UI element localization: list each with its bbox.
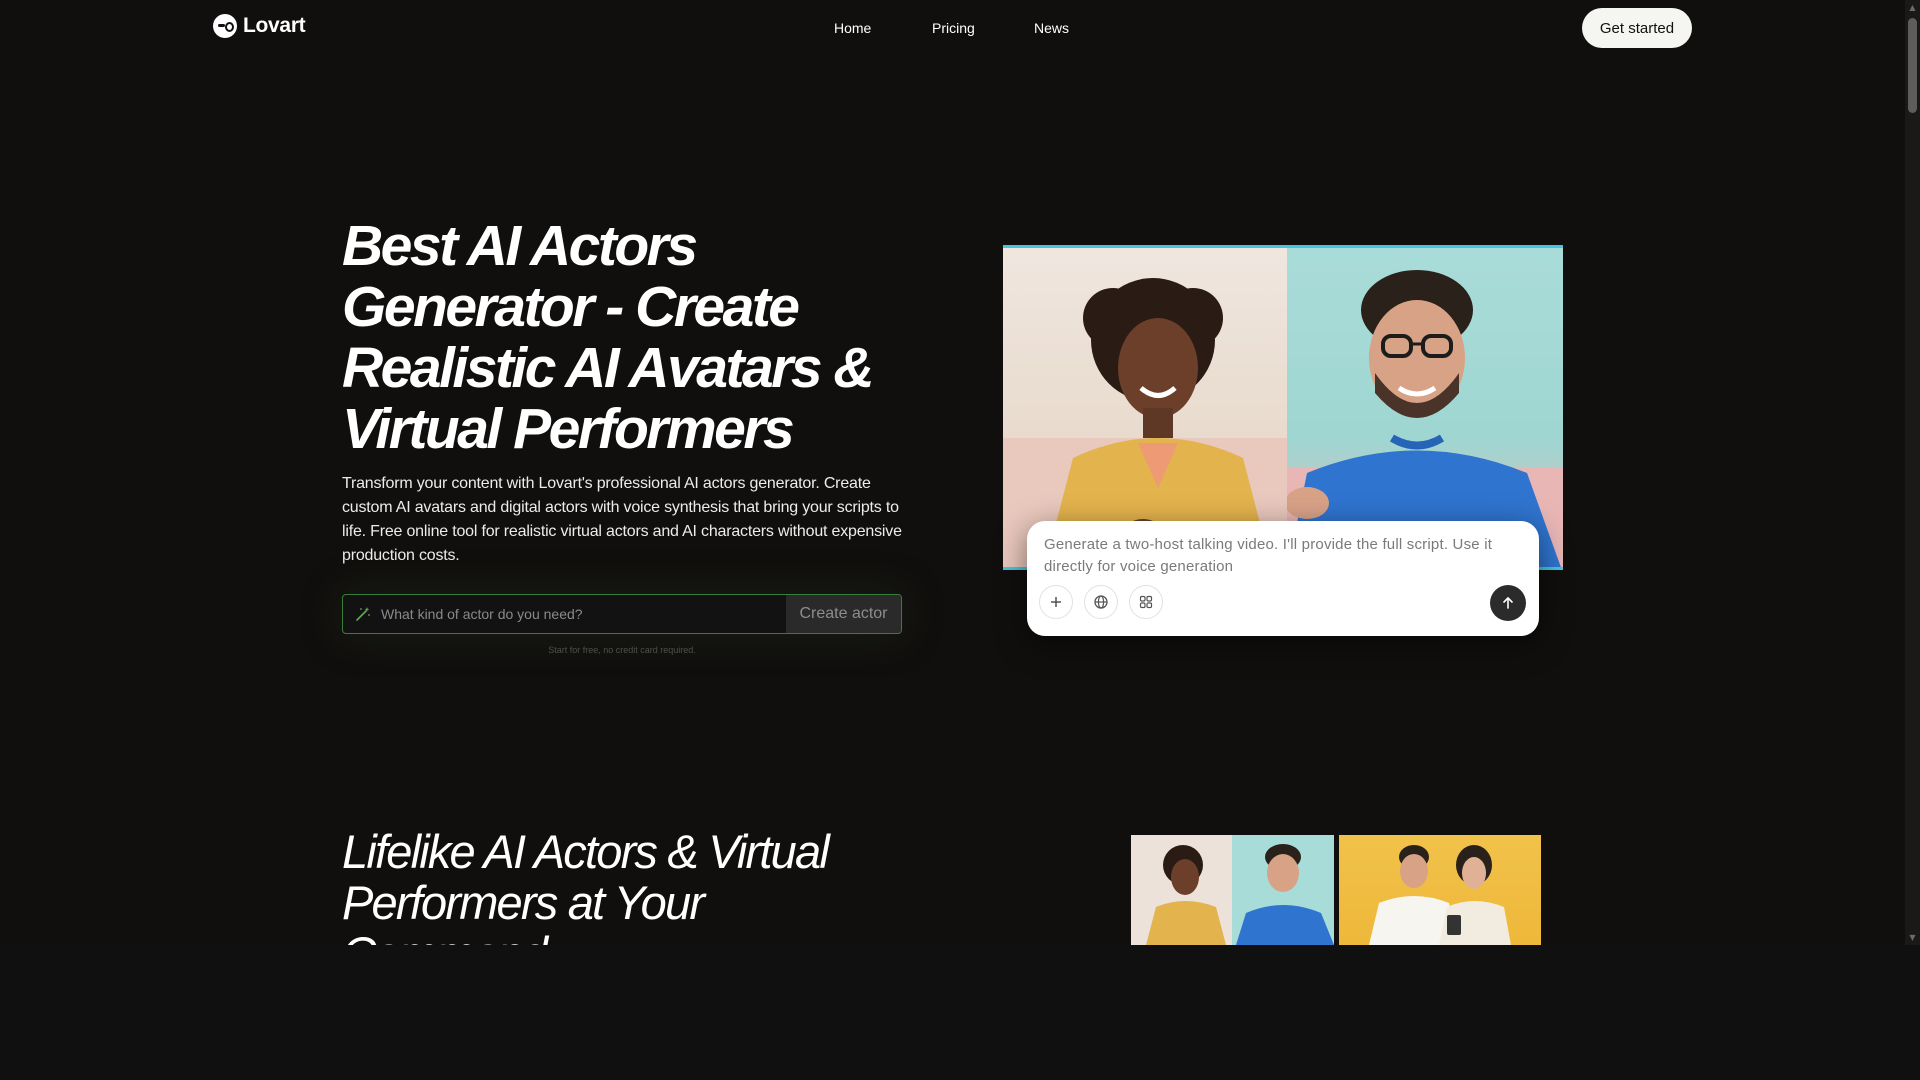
hero-title-line: Best AI Actors	[342, 214, 698, 278]
page-scrollbar[interactable]: ▲ ▼	[1905, 0, 1920, 945]
send-arrow-icon[interactable]	[1490, 585, 1526, 621]
host-woman-photo	[1003, 248, 1287, 567]
section-title-line: Command	[342, 927, 548, 945]
nav-news-link[interactable]: News	[1034, 18, 1069, 38]
brand-name: Lovart	[243, 14, 306, 37]
nav-pricing-link[interactable]: Pricing	[932, 18, 975, 38]
page-viewport: Lovart Home Pricing News Get started Bes…	[0, 0, 1905, 945]
scroll-up-arrow-icon[interactable]: ▲	[1905, 0, 1920, 15]
hero-title-line: Generator - Create	[342, 275, 800, 339]
globe-icon[interactable]	[1084, 585, 1118, 619]
hero-title: Best AI Actors Generator - Create Realis…	[342, 216, 902, 460]
actor-prompt-input[interactable]	[377, 595, 786, 633]
chat-prompt-text[interactable]: Generate a two-host talking video. I'll …	[1044, 534, 1524, 578]
magic-wand-icon	[355, 595, 377, 633]
free-start-hint: Start for free, no credit card required.	[548, 645, 696, 655]
actor-example-thumbnail[interactable]	[1131, 835, 1334, 945]
section-title: Lifelike AI Actors & Virtual Performers …	[342, 826, 942, 945]
scroll-down-arrow-icon[interactable]: ▼	[1905, 930, 1920, 945]
apps-grid-icon[interactable]	[1129, 585, 1163, 619]
host-man-photo	[1285, 248, 1563, 567]
top-nav-bar: Lovart Home Pricing News Get started	[0, 0, 1905, 56]
create-actor-button[interactable]: Create actor	[786, 595, 901, 633]
section-title-line: Lifelike AI Actors & Virtual	[342, 825, 830, 878]
prompt-chat-panel: Generate a two-host talking video. I'll …	[1027, 521, 1539, 636]
add-icon[interactable]	[1039, 585, 1073, 619]
actor-prompt-box: Create actor	[342, 594, 902, 634]
brand-logo[interactable]: Lovart	[213, 14, 306, 38]
hero-title-line: Virtual Performers	[342, 397, 795, 461]
below-fold-area	[0, 945, 1920, 1080]
logo-icon	[213, 14, 237, 38]
hero-title-line: Realistic AI Avatars &	[342, 336, 875, 400]
get-started-button[interactable]: Get started	[1582, 8, 1692, 48]
nav-home-link[interactable]: Home	[834, 18, 871, 38]
section-title-line: Performers at Your	[342, 876, 705, 929]
scrollbar-thumb[interactable]	[1908, 18, 1917, 113]
actor-example-thumbnail[interactable]	[1339, 835, 1541, 945]
hero-description: Transform your content with Lovart's pro…	[342, 475, 902, 564]
